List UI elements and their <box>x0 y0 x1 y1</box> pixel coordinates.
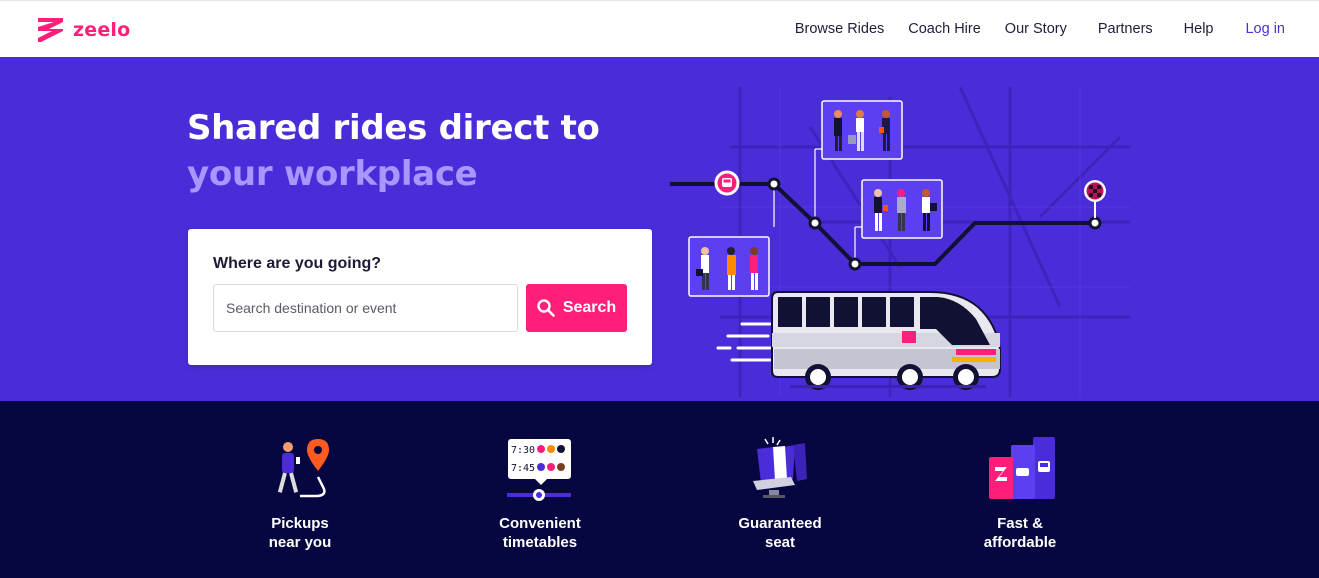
feature-timetables: 7:30 7:45 Convenient timetables <box>460 431 620 552</box>
brand-logo[interactable]: zeelo <box>36 17 130 43</box>
passenger-card-right <box>861 179 943 239</box>
nav-help[interactable]: Help <box>1184 21 1214 37</box>
site-header: zeelo Browse Rides Coach Hire Our Story … <box>0 0 1319 57</box>
hero-title: Shared rides direct to your workplace <box>187 105 600 197</box>
feature-timetables-label: Convenient timetables <box>499 515 581 551</box>
search-input[interactable] <box>213 284 518 332</box>
brand-name: zeelo <box>73 19 131 41</box>
feature-affordable-label: Fast & affordable <box>983 515 1057 551</box>
timetable-icon: 7:30 7:45 <box>507 439 571 501</box>
feature-pickups-label: Pickups near you <box>268 515 332 551</box>
passenger-card-top <box>821 100 903 160</box>
nav-browse-rides[interactable]: Browse Rides <box>795 21 884 37</box>
feature-seat-label: Guaranteed seat <box>738 515 822 551</box>
hero-title-line1: Shared rides direct to <box>187 108 600 148</box>
bus-stop-icon <box>714 170 740 196</box>
coach-bus-icon <box>771 291 1001 390</box>
affordable-icon <box>989 437 1055 499</box>
feature-pickups: Pickups near you <box>220 431 380 552</box>
passenger-card-left <box>688 236 770 297</box>
search-button[interactable]: Search <box>526 284 627 332</box>
finish-flag-icon <box>1084 180 1106 218</box>
hero-illustration <box>670 87 1130 397</box>
search-button-label: Search <box>562 299 617 316</box>
timetable-time-2: 7:45 <box>511 463 535 474</box>
hero-title-line2: your workplace <box>187 154 478 194</box>
zeelo-logo-icon <box>38 18 63 42</box>
main-nav: Browse Rides Coach Hire Our Story Partne… <box>771 21 1285 37</box>
nav-our-story[interactable]: Our Story <box>1005 21 1067 37</box>
nav-partners[interactable]: Partners <box>1098 21 1153 37</box>
pickup-location-icon <box>277 439 329 498</box>
search-icon <box>537 299 555 317</box>
search-label: Where are you going? <box>213 255 382 272</box>
features-section: Pickups near you 7:30 7:45 Convenient ti… <box>0 401 1319 578</box>
feature-seat: Guaranteed seat <box>700 431 860 552</box>
timetable-time-1: 7:30 <box>511 445 535 456</box>
seat-icon <box>753 437 807 498</box>
feature-affordable: Fast & affordable <box>940 431 1100 552</box>
login-link[interactable]: Log in <box>1245 21 1285 37</box>
nav-coach-hire[interactable]: Coach Hire <box>908 21 981 37</box>
hero-section: Shared rides direct to your workplace Wh… <box>0 57 1319 401</box>
search-card: Where are you going? Search <box>188 229 652 365</box>
